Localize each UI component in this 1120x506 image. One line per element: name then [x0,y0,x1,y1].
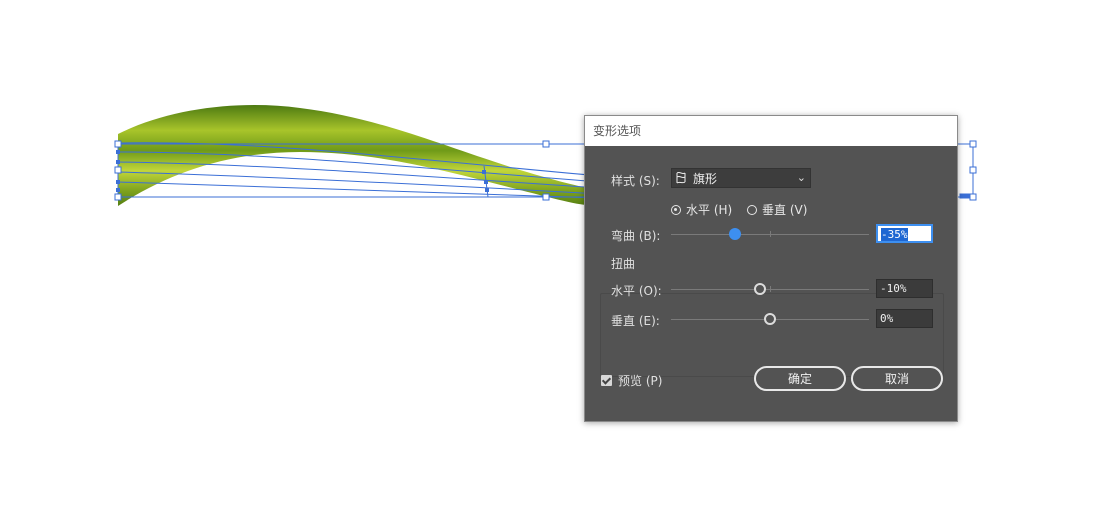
distort-horizontal-slider-knob[interactable] [754,283,767,295]
bend-slider-center-tick [770,231,771,237]
leaf-shape[interactable] [118,105,600,206]
distort-horizontal-center-tick [770,286,771,292]
bend-slider-knob[interactable] [729,228,742,240]
style-dropdown[interactable]: 旗形 ⌄ [671,168,811,188]
style-dropdown-value: 旗形 [693,171,718,186]
distort-horizontal-value-field[interactable]: -10% [876,279,933,298]
distort-vertical-value-field[interactable]: 0% [876,309,933,328]
preview-checkbox[interactable] [601,375,612,386]
chevron-down-icon: ⌄ [796,171,806,184]
radio-vertical[interactable]: 垂直 (V) [747,201,807,218]
radio-horizontal[interactable]: 水平 (H) [671,201,732,218]
warp-options-dialog: 变形选项 样式 (S): 旗形 ⌄ 水平 (H) 垂直 (V) 弯曲 (B): … [584,115,958,422]
distort-vertical-label: 垂直 (E): [611,314,660,328]
distortion-group [600,293,944,377]
distort-horizontal-label: 水平 (O): [611,284,662,298]
style-label: 样式 (S): [611,174,660,188]
radio-selected-icon [671,204,681,215]
preview-label: 预览 (P) [618,374,663,388]
flag-warp-icon [676,171,686,184]
dialog-title[interactable]: 变形选项 [585,116,957,146]
cancel-button[interactable]: 取消 [851,366,943,391]
distortion-group-label: 扭曲 [611,257,636,271]
radio-vertical-label: 垂直 (V) [762,203,808,217]
bend-value-field[interactable]: -35% [876,224,933,243]
radio-unselected-icon [747,204,757,215]
distort-vertical-slider-knob[interactable] [764,313,776,325]
ok-button[interactable]: 确定 [754,366,846,391]
preview-checkbox-row[interactable]: 预览 (P) [601,372,662,389]
radio-horizontal-label: 水平 (H) [686,203,733,217]
bend-label: 弯曲 (B): [611,229,661,243]
